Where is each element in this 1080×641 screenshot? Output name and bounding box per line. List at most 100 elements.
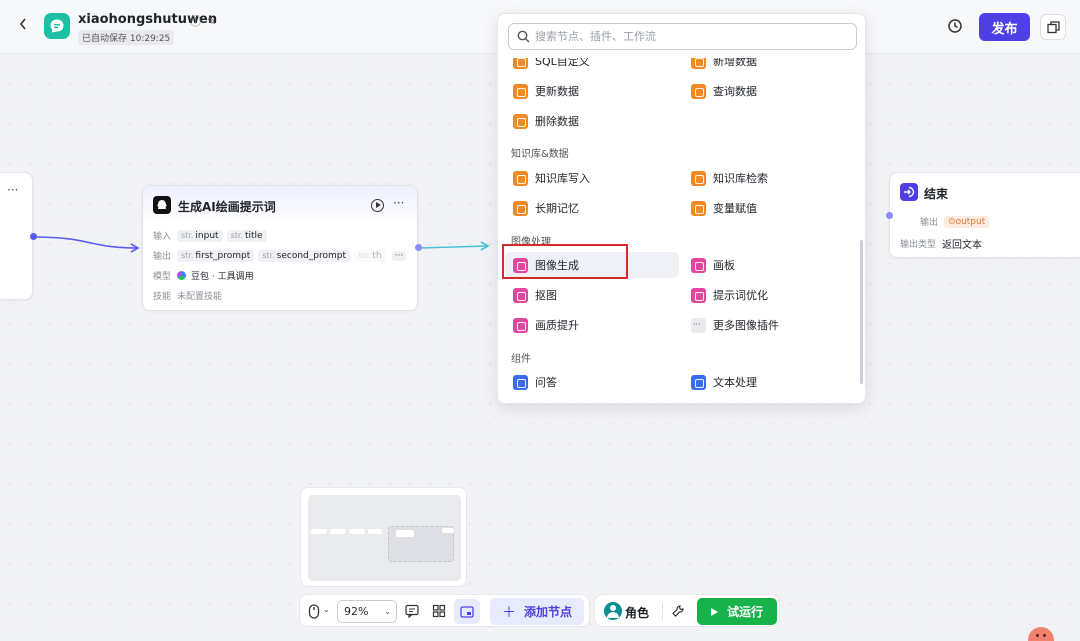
inputs-row: 输入 str. input str. title [153, 229, 271, 242]
list-item-kb-write[interactable]: 知识库写入 [505, 165, 673, 191]
insert-data-icon [691, 58, 706, 69]
search-input[interactable] [535, 27, 845, 46]
output-tag: ⊙output [944, 215, 990, 228]
model-label: 模型 [153, 272, 172, 282]
layout-grid-icon[interactable] [431, 603, 447, 619]
inputs-label: 输入 [153, 232, 172, 242]
sql-icon [513, 58, 528, 69]
minimap[interactable] [300, 487, 467, 587]
list-item-memory[interactable]: 长期记忆 [505, 195, 673, 221]
list-item-cutout[interactable]: 抠图 [505, 282, 673, 308]
copy-button[interactable] [1040, 14, 1066, 40]
list-item-text[interactable]: 文本处理 [683, 369, 851, 395]
skill-row: 技能 未配置技能 [153, 289, 222, 302]
popup-scrollbar[interactable] [860, 240, 863, 384]
output-type-value: 返回文本 [942, 240, 983, 251]
back-button[interactable] [18, 16, 34, 36]
zoom-select[interactable]: 92% ⌄ [337, 600, 397, 623]
node-title: 生成AI绘画提示词 [178, 200, 276, 214]
output-label: 输出 [920, 218, 939, 228]
wrench-icon[interactable] [671, 604, 685, 618]
list-item-more-image[interactable]: ··· 更多图像插件 [683, 312, 851, 338]
node-list[interactable]: SQL自定义 新增数据 更新数据 查询数据 删除数据 知识库&数据 知识库写入 … [498, 58, 865, 403]
play-icon[interactable] [371, 199, 384, 212]
list-item-delete[interactable]: 删除数据 [505, 108, 673, 134]
play-icon [710, 607, 718, 616]
outputs-label: 输出 [153, 252, 172, 262]
prompt-optimize-icon [691, 287, 706, 303]
output-type-label: 输出类型 [900, 240, 937, 250]
minimap-node [349, 529, 365, 534]
node-title: 结束 [924, 187, 949, 201]
param-tag: str. input [177, 229, 223, 242]
run-toolbar: 角色 试运行 [594, 594, 780, 627]
minimap-area [308, 495, 461, 581]
question-icon [513, 374, 528, 390]
chat-bubble-icon [50, 19, 64, 33]
role-avatar-icon[interactable] [604, 602, 622, 620]
param-tag: str. first_prompt [177, 249, 255, 262]
plus-icon: ＋ [501, 604, 516, 621]
mouse-icon[interactable] [308, 604, 320, 619]
minimap-node [330, 529, 346, 534]
node-picker-popup: SQL自定义 新增数据 更新数据 查询数据 删除数据 知识库&数据 知识库写入 … [497, 13, 866, 404]
autosave-badge: 已自动保存 10:29:25 [78, 30, 175, 45]
model-row: 模型 豆包 · 工具调用 [153, 269, 254, 282]
port-mid-out[interactable] [415, 244, 422, 251]
list-item-canvas[interactable]: 画板 [683, 252, 851, 278]
delete-data-icon [513, 113, 528, 129]
skill-value: 未配置技能 [177, 292, 223, 302]
variable-icon [691, 200, 706, 216]
list-item-upscale[interactable]: 画质提升 [505, 312, 673, 338]
list-item-sql[interactable]: SQL自定义 [505, 58, 673, 74]
end-output-row: 输出 ⊙output [920, 215, 990, 228]
minimap-node [396, 530, 414, 537]
chevron-down-icon[interactable]: ⌄ [323, 605, 330, 614]
more-icon[interactable]: ··· [393, 196, 404, 210]
publish-button[interactable]: 发布 [979, 13, 1030, 41]
minimap-toggle-button[interactable] [454, 599, 480, 624]
text-process-icon [691, 374, 706, 390]
search-icon [517, 30, 530, 43]
list-item-insert[interactable]: 新增数据 [683, 58, 851, 74]
role-label[interactable]: 角色 [625, 604, 649, 621]
info-icon[interactable]: ⓘ [190, 15, 201, 28]
list-item-prompt-opt[interactable]: 提示词优化 [683, 282, 851, 308]
minimap-node [311, 529, 327, 534]
skill-label: 技能 [153, 292, 172, 302]
test-run-button[interactable]: 试运行 [697, 598, 777, 625]
node-end[interactable]: 结束 输出 ⊙output 输出类型 返回文本 [889, 172, 1080, 258]
minimap-node [368, 529, 382, 534]
list-item-update[interactable]: 更新数据 [505, 78, 673, 104]
add-node-button[interactable]: ＋添加节点 [490, 598, 584, 625]
list-item-variable[interactable]: 变量赋值 [683, 195, 851, 221]
canvas-icon [691, 257, 706, 273]
cutout-icon [513, 287, 528, 303]
kb-search-icon [691, 170, 706, 186]
list-item-query[interactable]: 查询数据 [683, 78, 851, 104]
history-button[interactable] [947, 18, 965, 36]
update-data-icon [513, 83, 528, 99]
port-left-out[interactable] [30, 233, 37, 240]
chevron-left-icon [19, 18, 26, 30]
list-item-qa[interactable]: 问答 [505, 369, 673, 395]
node-search[interactable] [508, 23, 857, 50]
kb-write-icon [513, 170, 528, 186]
memory-icon [513, 200, 528, 216]
title-actions: ⓘ ✎ [190, 13, 222, 29]
edit-icon[interactable]: ✎ [207, 15, 216, 28]
node-llm-prompt[interactable]: 生成AI绘画提示词 ··· 输入 str. input str. title 输出 … [142, 185, 418, 311]
port-end-in[interactable] [886, 212, 893, 219]
end-output-type-row: 输出类型 返回文本 [900, 236, 982, 251]
more-icon[interactable]: ··· [7, 183, 18, 197]
end-node-icon [900, 183, 918, 201]
param-tag: str. title [226, 229, 267, 242]
divider [662, 603, 663, 620]
partial-node-left[interactable]: ··· [0, 172, 33, 300]
list-item-kb-search[interactable]: 知识库检索 [683, 165, 851, 191]
section-label-comp: 组件 [511, 354, 531, 365]
query-data-icon [691, 83, 706, 99]
comment-icon[interactable] [404, 603, 420, 619]
model-value: 豆包 · 工具调用 [191, 272, 254, 282]
more-params-button[interactable]: ··· [391, 250, 407, 261]
